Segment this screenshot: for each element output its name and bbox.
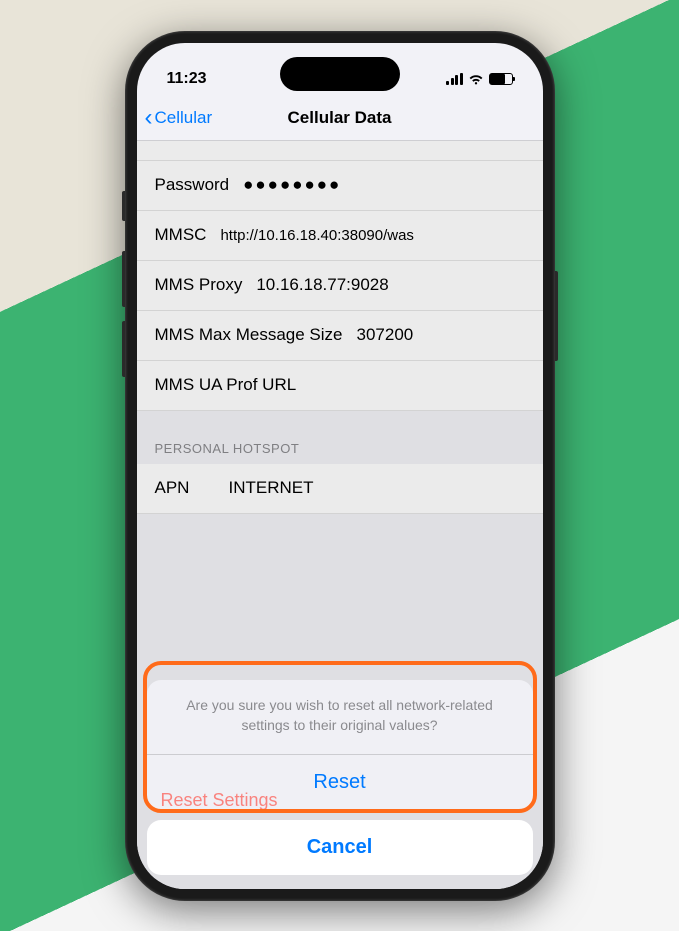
- volume-down-button: [122, 321, 125, 377]
- screen: 11:23 ‹ Cellular Cellular Data Passwor: [137, 43, 543, 889]
- page-title: Cellular Data: [288, 108, 392, 128]
- reset-settings-button-behind: Reset Settings: [161, 790, 278, 811]
- mute-switch: [122, 191, 125, 221]
- cancel-group: Cancel: [147, 820, 533, 875]
- status-indicators: [446, 73, 513, 85]
- dynamic-island: [280, 57, 400, 91]
- status-time: 11:23: [167, 70, 207, 88]
- back-button[interactable]: ‹ Cellular: [145, 106, 213, 130]
- back-label: Cellular: [155, 108, 213, 128]
- cellular-signal-icon: [446, 73, 463, 85]
- settings-content[interactable]: Password ●●●●●●●● MMSC http://10.16.18.4…: [137, 141, 543, 889]
- action-sheet-message: Are you sure you wish to reset all netwo…: [147, 680, 533, 754]
- volume-up-button: [122, 251, 125, 307]
- cancel-button[interactable]: Cancel: [147, 820, 533, 875]
- power-button: [555, 271, 558, 361]
- chevron-left-icon: ‹: [145, 106, 153, 130]
- battery-icon: [489, 73, 513, 85]
- phone-frame: 11:23 ‹ Cellular Cellular Data Passwor: [125, 31, 555, 901]
- action-sheet-overlay: Reset Settings Are you sure you wish to …: [137, 141, 543, 889]
- wifi-icon: [468, 73, 484, 85]
- navigation-bar: ‹ Cellular Cellular Data: [137, 97, 543, 141]
